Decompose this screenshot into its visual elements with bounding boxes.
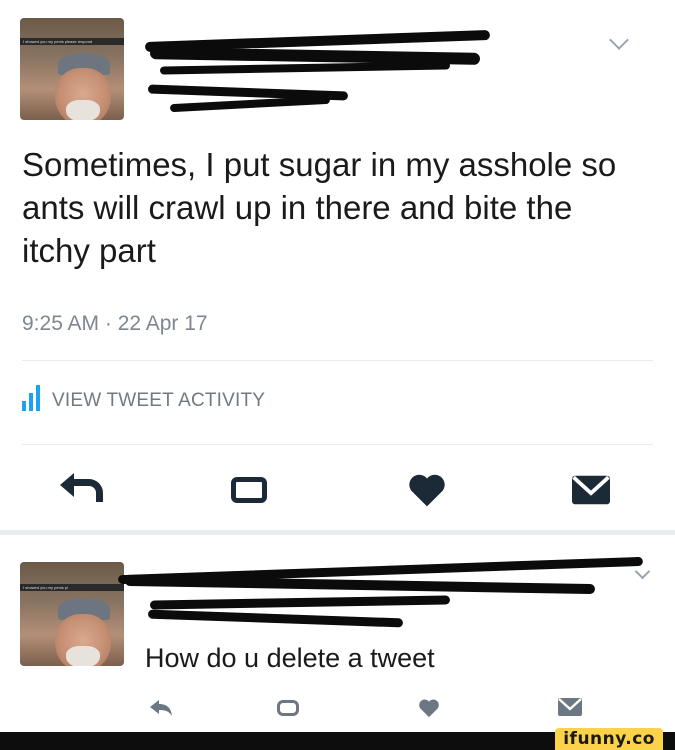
- main-tweet: I showed you my penis please respond Som…: [0, 0, 675, 530]
- activity-bars-icon: [22, 385, 40, 411]
- dm-icon[interactable]: [570, 472, 612, 508]
- avatar-beard: [66, 100, 100, 120]
- retweet-icon[interactable]: [226, 473, 272, 507]
- divider: [22, 360, 653, 361]
- avatar-caption: I showed you my penis please respond: [20, 38, 124, 45]
- activity-label: VIEW TWEET ACTIVITY: [52, 390, 266, 411]
- tweet-text: Sometimes, I put sugar in my asshole so …: [22, 146, 617, 269]
- divider: [22, 444, 653, 445]
- reply-icon[interactable]: [148, 697, 176, 719]
- tweet-timestamp: 9:25 AM · 22 Apr 17: [22, 312, 208, 335]
- dm-icon[interactable]: [556, 696, 584, 718]
- like-icon[interactable]: [405, 471, 449, 509]
- reply-icon[interactable]: [59, 472, 108, 506]
- avatar-beard: [66, 646, 100, 666]
- chevron-down-icon[interactable]: [609, 30, 629, 50]
- view-tweet-activity-link[interactable]: VIEW TWEET ACTIVITY: [22, 385, 265, 411]
- reply-text: How do u delete a tweet: [145, 643, 435, 673]
- reply-avatar[interactable]: I showed you my penis pl: [20, 562, 124, 666]
- like-icon[interactable]: [416, 697, 442, 719]
- ifunny-watermark: ifunny.co: [555, 728, 663, 750]
- avatar-caption: I showed you my penis pl: [20, 584, 124, 591]
- chevron-down-icon[interactable]: [634, 563, 651, 580]
- avatar[interactable]: I showed you my penis please respond: [20, 18, 124, 120]
- retweet-icon[interactable]: [274, 698, 302, 718]
- section-separator: [0, 530, 675, 535]
